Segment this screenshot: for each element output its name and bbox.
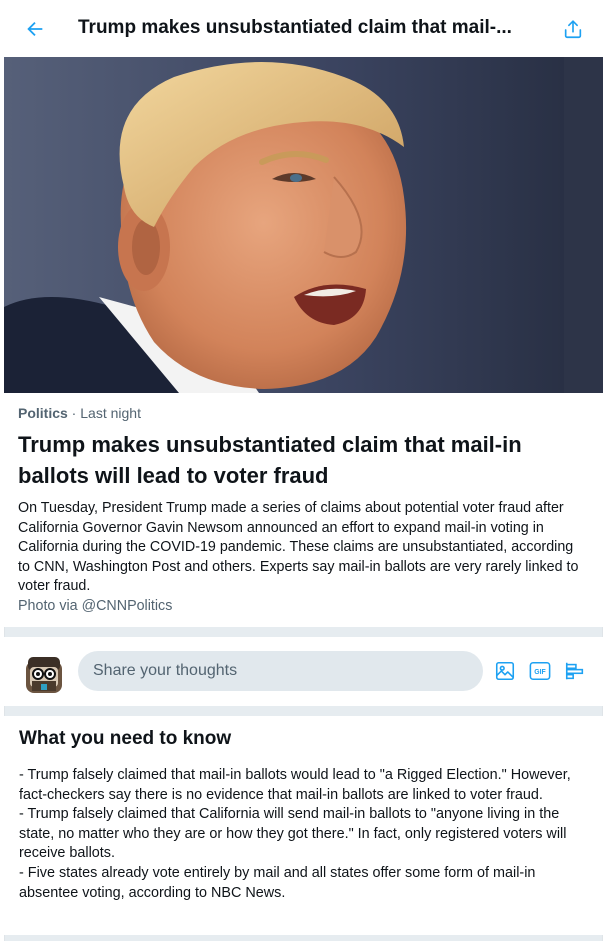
share-thoughts-input[interactable]: Share your thoughts [78, 651, 483, 691]
add-image-button[interactable] [493, 659, 517, 683]
share-button[interactable] [558, 14, 588, 44]
image-icon [495, 661, 515, 681]
category-label[interactable]: Politics [18, 405, 68, 421]
poll-icon [565, 662, 584, 680]
article-summary: On Tuesday, President Trump made a serie… [18, 500, 579, 595]
compose-bar: Share your thoughts GIF [4, 637, 603, 706]
gif-icon: GIF [529, 661, 551, 681]
add-poll-button[interactable] [563, 659, 587, 683]
article-meta: Politics · Last night [18, 405, 141, 421]
bullet-list: - Trump falsely claimed that mail-in bal… [19, 766, 589, 903]
what-you-need-to-know: What you need to know - Trump falsely cl… [4, 716, 603, 935]
hero-image[interactable] [4, 57, 603, 393]
bullet-item: - Five states already vote entirely by m… [19, 864, 536, 901]
back-arrow-icon [27, 21, 43, 37]
add-gif-button[interactable]: GIF [528, 659, 552, 683]
bullet-item: - Trump falsely claimed that mail-in bal… [19, 767, 571, 803]
article-card[interactable]: Politics · Last night Trump makes unsubs… [4, 393, 603, 627]
page-title: Trump makes unsubstantiated claim that m… [78, 17, 512, 38]
share-icon [564, 20, 582, 39]
photo-credit[interactable]: Photo via @CNNPolitics [18, 598, 172, 614]
timestamp: Last night [80, 405, 141, 421]
back-button[interactable] [20, 14, 50, 44]
user-avatar-icon [26, 657, 62, 693]
section-title: What you need to know [19, 728, 232, 749]
avatar[interactable] [22, 651, 66, 695]
hero-photo [4, 57, 603, 393]
meta-separator: · [67, 405, 81, 421]
article-headline: Trump makes unsubstantiated claim that m… [18, 432, 522, 488]
bullet-item: - Trump falsely claimed that California … [19, 806, 567, 862]
top-bar: Trump makes unsubstantiated claim that m… [4, 0, 603, 57]
gif-label: GIF [534, 669, 545, 676]
